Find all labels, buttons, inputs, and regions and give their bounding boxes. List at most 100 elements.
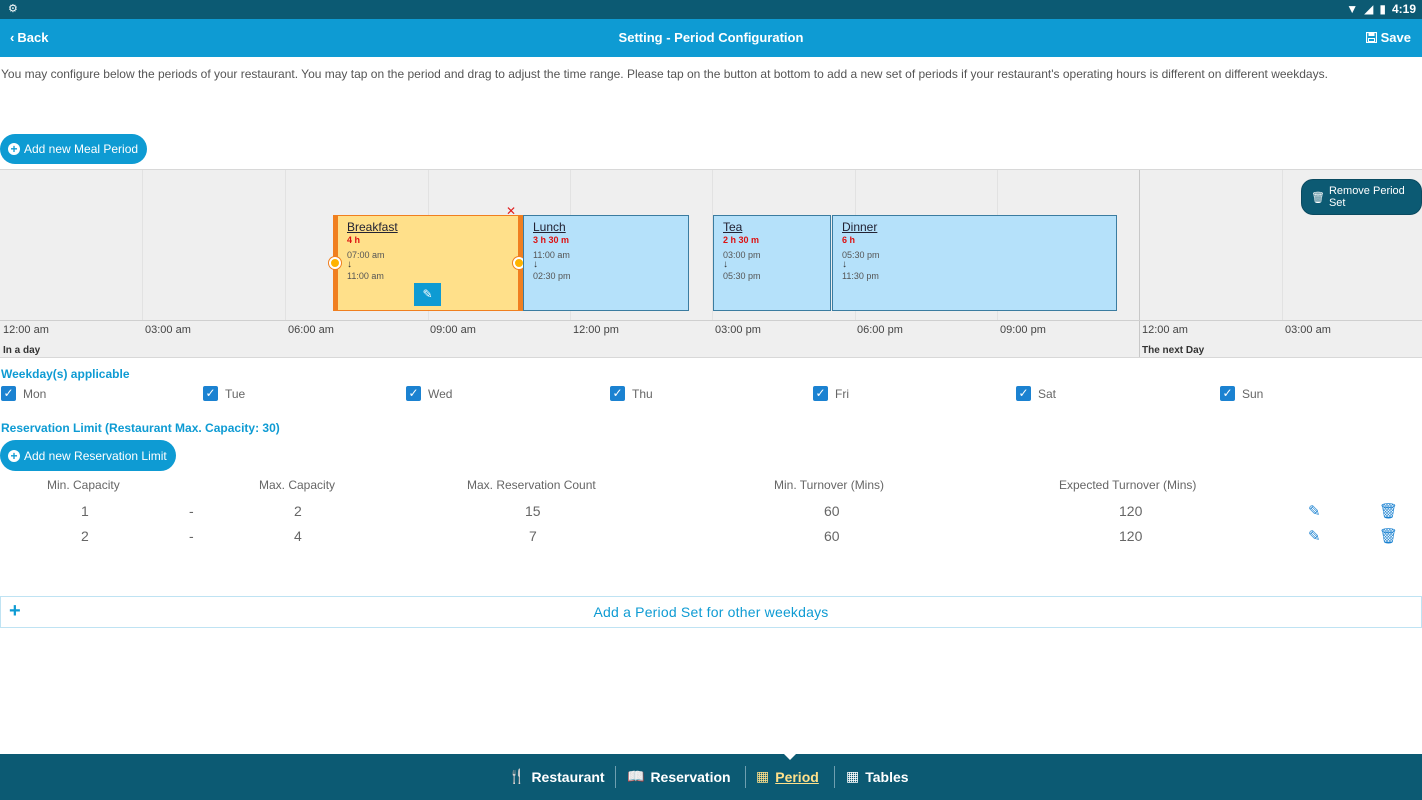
- period-end: 11:00 am: [347, 271, 384, 281]
- weekday-checkbox-fri[interactable]: ✓ Fri: [813, 386, 849, 401]
- arrow-down-icon: ↓: [347, 259, 352, 270]
- nav-period[interactable]: ▦ Period: [756, 768, 819, 785]
- floppy-disk-icon: [1365, 32, 1377, 43]
- weekday-label: Sat: [1038, 386, 1057, 401]
- weekday-label: Thu: [632, 386, 653, 401]
- clock: 4:19: [1391, 2, 1416, 16]
- add-period-set-button[interactable]: + Add a Period Set for other weekdays: [0, 596, 1422, 628]
- checkmark-icon: ✓: [406, 386, 421, 401]
- weekday-label: Wed: [428, 386, 453, 401]
- fork-knife-icon: 🍴: [508, 768, 526, 784]
- weekday-checkbox-wed[interactable]: ✓ Wed: [406, 386, 452, 401]
- nav-tables[interactable]: ▦ Tables: [846, 768, 909, 785]
- checkmark-icon: ✓: [813, 386, 828, 401]
- back-button[interactable]: ‹ Back: [10, 30, 48, 45]
- max-capacity: 2: [294, 503, 302, 519]
- add-reservation-limit-label: Add new Reservation Limit: [24, 448, 167, 463]
- weekday-checkbox-tue[interactable]: ✓ Tue: [203, 386, 245, 401]
- column-header: Max. Capacity: [259, 478, 336, 492]
- save-label: Save: [1380, 30, 1411, 45]
- period-name: Tea: [723, 220, 743, 234]
- period-start: 07:00 am: [347, 250, 385, 260]
- trash-icon[interactable]: 🗑: [1379, 502, 1398, 520]
- weekday-checkbox-sun[interactable]: ✓ Sun: [1220, 386, 1263, 401]
- tick-label: 06:00 am: [288, 324, 334, 336]
- checkmark-icon: ✓: [1, 386, 16, 401]
- wifi-icon: ▼: [1346, 2, 1359, 16]
- period-start: 11:00 am: [533, 250, 570, 260]
- min-capacity: 2: [81, 528, 89, 544]
- drag-handle-left[interactable]: [329, 257, 341, 269]
- save-button[interactable]: Save: [1365, 30, 1411, 45]
- period-dinner[interactable]: Dinner 6 h 05:30 pm ↓ 11:30 pm: [832, 215, 1117, 311]
- remove-period-set-label: Remove Period Set: [1328, 185, 1405, 209]
- add-period-set-label: Add a Period Set for other weekdays: [593, 604, 829, 620]
- nav-restaurant[interactable]: 🍴 Restaurant: [508, 768, 605, 785]
- battery-icon: ▮: [1379, 2, 1386, 16]
- tick-label: 12:00 am: [3, 324, 49, 336]
- range-separator: -: [189, 528, 194, 544]
- weekdays-title: Weekday(s) applicable: [1, 367, 130, 381]
- nav-label: Tables: [865, 768, 909, 785]
- grid-icon: ▦: [846, 768, 860, 784]
- checkmark-icon: ✓: [1220, 386, 1235, 401]
- edit-period-button[interactable]: ✎: [414, 283, 441, 306]
- period-tea[interactable]: Tea 2 h 30 m 03:00 pm ↓ 05:30 pm: [713, 215, 831, 311]
- intro-text: You may configure below the periods of y…: [1, 67, 1328, 81]
- add-meal-period-label: Add new Meal Period: [24, 142, 139, 156]
- column-header: Min. Turnover (Mins): [774, 478, 885, 492]
- weekday-label: Fri: [835, 386, 849, 401]
- period-timeline[interactable]: 12:00 am 03:00 am 06:00 am 09:00 am 12:0…: [0, 169, 1422, 358]
- nav-reservation[interactable]: 📖 Reservation: [627, 768, 731, 785]
- expected-turnover: 120: [1119, 528, 1143, 544]
- calendar-icon: ▦: [756, 768, 770, 784]
- weekday-label: Sun: [1242, 386, 1264, 401]
- pencil-icon[interactable]: ✎: [1308, 527, 1321, 545]
- column-header: Expected Turnover (Mins): [1059, 478, 1197, 492]
- expected-turnover: 120: [1119, 503, 1143, 519]
- notification-icon: ⚙: [8, 3, 18, 15]
- period-start: 03:00 pm: [723, 250, 761, 260]
- arrow-down-icon: ↓: [723, 259, 728, 270]
- nav-label: Period: [775, 768, 819, 785]
- period-end: 02:30 pm: [533, 271, 571, 281]
- period-lunch[interactable]: Lunch 3 h 30 m 11:00 am ↓ 02:30 pm: [523, 215, 689, 311]
- period-name: Dinner: [842, 220, 878, 234]
- period-name: Breakfast: [347, 220, 398, 234]
- nav-label: Restaurant: [531, 768, 605, 785]
- period-name: Lunch: [533, 220, 566, 234]
- add-meal-period-button[interactable]: + Add new Meal Period: [0, 134, 148, 164]
- book-icon: 📖: [627, 768, 645, 784]
- tick-label: 12:00 pm: [573, 324, 619, 336]
- tick-label: 03:00 am: [1285, 324, 1331, 336]
- range-separator: -: [189, 503, 194, 519]
- min-capacity: 1: [81, 503, 89, 519]
- arrow-down-icon: ↓: [842, 259, 847, 270]
- min-turnover: 60: [824, 503, 840, 519]
- plus-circle-icon: +: [8, 449, 20, 462]
- remove-period-set-button[interactable]: 🗑 Remove Period Set: [1301, 179, 1422, 215]
- page-title: Setting - Period Configuration: [618, 30, 804, 45]
- back-label: Back: [17, 30, 49, 45]
- bottom-navigation: 🍴 Restaurant 📖 Reservation ▦ Period ▦ Ta…: [0, 753, 1422, 800]
- tick-label: 09:00 pm: [1000, 324, 1046, 336]
- plus-icon: +: [9, 600, 21, 622]
- nav-label: Reservation: [650, 768, 731, 785]
- plus-circle-icon: +: [8, 143, 20, 155]
- period-duration: 6 h: [842, 235, 856, 245]
- status-bar: ⚙ ▼ ◢ ▮ 4:19: [0, 0, 1422, 19]
- max-reservation-count: 7: [529, 528, 537, 544]
- weekday-checkbox-mon[interactable]: ✓ Mon: [1, 386, 46, 401]
- period-duration: 4 h: [347, 235, 361, 245]
- weekday-checkbox-sat[interactable]: ✓ Sat: [1016, 386, 1056, 401]
- pencil-icon[interactable]: ✎: [1308, 502, 1321, 520]
- weekday-checkbox-thu[interactable]: ✓ Thu: [610, 386, 653, 401]
- add-reservation-limit-button[interactable]: + Add new Reservation Limit: [0, 440, 176, 471]
- trash-icon[interactable]: 🗑: [1379, 527, 1398, 545]
- close-icon[interactable]: ✕: [506, 204, 516, 218]
- period-start: 05:30 pm: [842, 250, 880, 260]
- period-duration: 2 h 30 m: [723, 235, 760, 245]
- tick-label: 12:00 am: [1142, 324, 1188, 336]
- checkmark-icon: ✓: [1016, 386, 1031, 401]
- arrow-down-icon: ↓: [533, 259, 538, 270]
